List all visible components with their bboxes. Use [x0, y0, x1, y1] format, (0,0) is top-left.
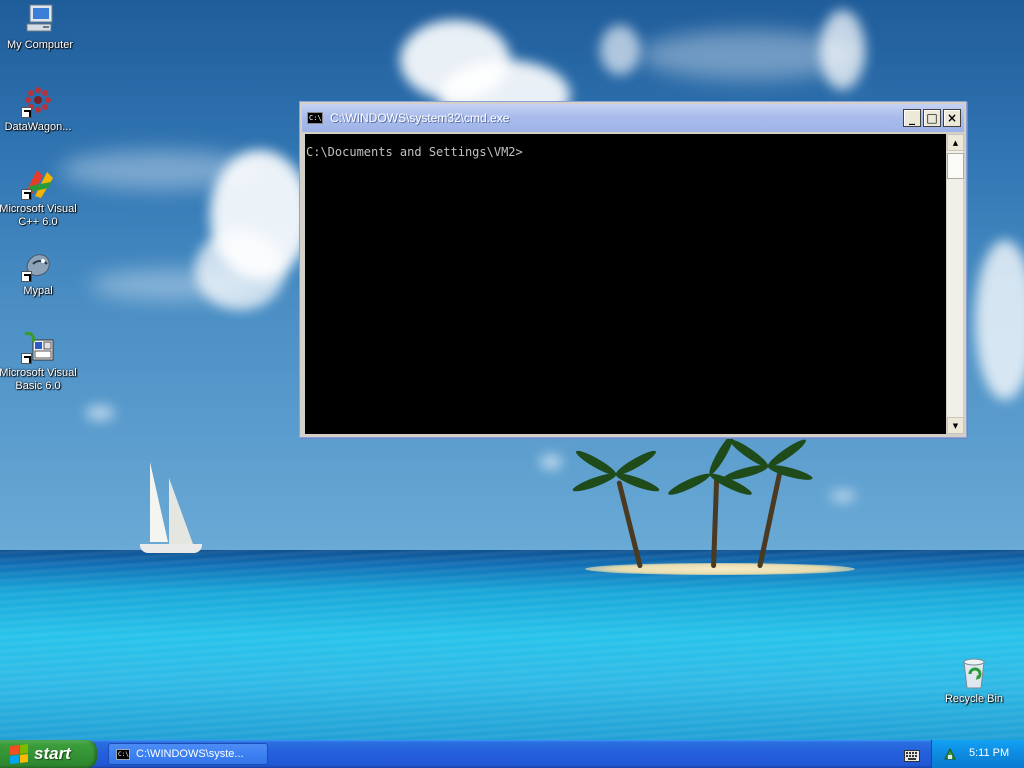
wallpaper-sea — [0, 550, 1024, 740]
shortcut-arrow-icon — [21, 353, 32, 364]
desktop-icon-label: Mypal — [23, 285, 53, 297]
arrow-down-icon: ▼ — [952, 421, 959, 430]
taskbar: start C:\ C:\WINDOWS\syste... — [0, 740, 1024, 768]
arrow-up-icon: ▲ — [952, 138, 959, 147]
cloud — [600, 25, 640, 75]
visual-basic-icon — [21, 330, 55, 364]
taskbar-button-label: C:\WINDOWS\syste... — [136, 748, 244, 760]
clock[interactable]: 5:11 PM — [969, 747, 1009, 759]
desktop-icon-label: Microsoft Visual C++ 6.0 — [0, 203, 77, 228]
desktop-icon-my-computer[interactable]: My Computer — [0, 2, 80, 52]
start-button[interactable]: start — [0, 740, 97, 768]
desktop-icon-label: Microsoft Visual Basic 6.0 — [0, 367, 77, 392]
mypal-icon — [21, 248, 55, 282]
cmd-icon: C:\ — [116, 748, 130, 760]
scroll-thumb[interactable] — [947, 153, 964, 179]
desktop-icon-label: My Computer — [6, 39, 74, 51]
island — [585, 563, 855, 575]
datawagon-icon — [21, 84, 55, 118]
cloud — [85, 405, 115, 421]
cloud-wisp — [60, 150, 260, 190]
start-label: start — [34, 744, 71, 763]
desktop-icon-label: DataWagon... — [4, 121, 72, 133]
sailboat-sail — [150, 462, 168, 542]
desktop-icon-visual-basic[interactable]: Microsoft Visual Basic 6.0 — [0, 330, 78, 393]
visual-cpp-icon — [21, 166, 55, 200]
window-controls: _ □ × — [903, 109, 961, 127]
cmd-window[interactable]: C:\ C:\WINDOWS\system32\cmd.exe _ □ × C:… — [299, 101, 967, 438]
system-tray: 5:11 PM — [931, 740, 1024, 768]
recycle-bin-icon — [957, 656, 991, 690]
keyboard-icon[interactable] — [904, 747, 920, 762]
vertical-scrollbar[interactable]: ▲ ▼ — [946, 134, 964, 434]
shortcut-arrow-icon — [21, 189, 32, 200]
desktop-icon-recycle-bin[interactable]: Recycle Bin — [934, 656, 1014, 706]
minimize-button[interactable]: _ — [903, 109, 921, 127]
cloud — [540, 455, 562, 469]
console-area[interactable]: C:\Documents and Settings\VM2> — [305, 134, 946, 434]
cloud — [830, 490, 856, 502]
desktop-icon-label: Recycle Bin — [944, 693, 1004, 705]
sailboat-hull — [140, 544, 202, 553]
desktop-icon-datawagon[interactable]: DataWagon... — [0, 84, 78, 134]
shortcut-arrow-icon — [21, 271, 32, 282]
taskbar-button-cmd[interactable]: C:\ C:\WINDOWS\syste... — [108, 743, 268, 765]
windows-flag-icon — [10, 744, 28, 764]
desktop-icon-mypal[interactable]: Mypal — [0, 248, 78, 298]
close-button[interactable]: × — [943, 109, 961, 127]
my-computer-icon — [23, 2, 57, 36]
sailboat-sail — [169, 478, 193, 544]
scroll-down-button[interactable]: ▼ — [947, 417, 964, 434]
window-titlebar[interactable]: C:\ C:\WINDOWS\system32\cmd.exe _ □ × — [302, 104, 964, 132]
shortcut-arrow-icon — [21, 107, 32, 118]
maximize-button[interactable]: □ — [923, 109, 941, 127]
desktop-icon-visual-cpp[interactable]: Microsoft Visual C++ 6.0 — [0, 166, 78, 229]
network-icon[interactable] — [943, 746, 957, 760]
cloud-wisp — [640, 30, 860, 80]
cloud-wisp — [90, 270, 250, 300]
cmd-icon[interactable]: C:\ — [307, 112, 323, 124]
scroll-up-button[interactable]: ▲ — [947, 134, 964, 151]
window-title: C:\WINDOWS\system32\cmd.exe — [330, 111, 510, 125]
console-prompt: C:\Documents and Settings\VM2> — [306, 145, 523, 159]
